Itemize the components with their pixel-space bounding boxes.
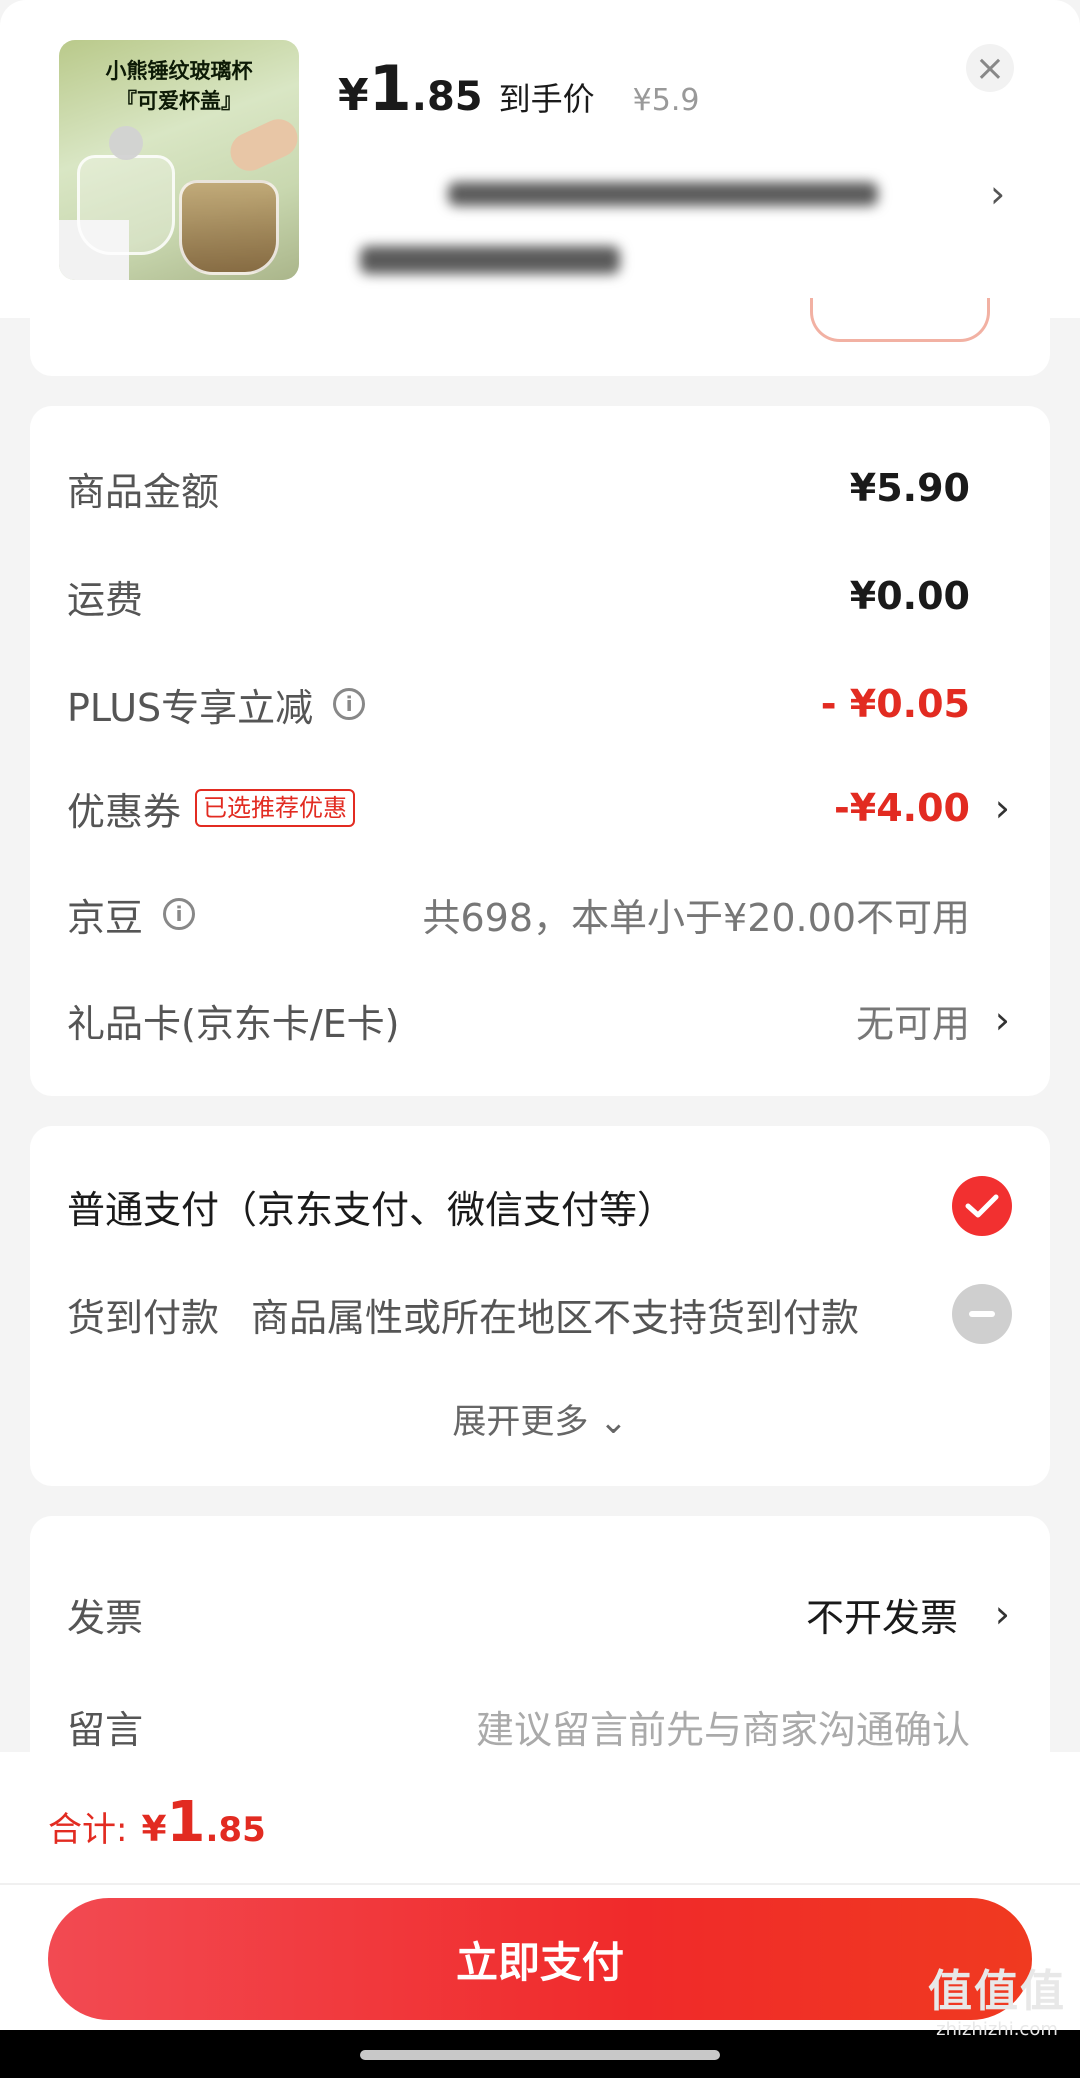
summary-row-shipping: 运费 ¥0.00 bbox=[67, 566, 1010, 626]
shipping-label: 运费 bbox=[67, 577, 144, 622]
glass-cup-left bbox=[77, 155, 175, 255]
watermark-text: 值值值 bbox=[928, 1966, 1066, 2017]
thumbnail-caption-line2: 『可爱杯盖』 bbox=[116, 89, 242, 113]
close-icon[interactable]: × bbox=[966, 44, 1014, 92]
message-input[interactable]: 建议留言前先与商家沟通确认 bbox=[476, 1699, 970, 1754]
glass-cup-right bbox=[179, 180, 279, 275]
coupon-value: -¥4.00 bbox=[834, 786, 970, 830]
system-nav-bar bbox=[0, 2030, 1080, 2078]
total-currency: ¥ bbox=[141, 1809, 167, 1850]
hand bbox=[224, 112, 299, 178]
chevron-right-icon[interactable]: › bbox=[995, 1592, 1010, 1636]
payment-card: 普通支付（京东支付、微信支付等） 货到付款 商品属性或所在地区不支持货到付款 展… bbox=[30, 1126, 1050, 1486]
price-decimal: .85 bbox=[411, 74, 483, 120]
spec-chevron-icon[interactable]: › bbox=[990, 172, 1005, 216]
price-row: ¥ 1 .85 到手价 ¥5.9 bbox=[338, 52, 700, 125]
thumbnail-caption: 小熊锤纹玻璃杯 『可爱杯盖』 bbox=[59, 56, 299, 116]
invoice-row[interactable]: 发票 不开发票 › bbox=[67, 1584, 1010, 1644]
product-thumbnail[interactable]: 小熊锤纹玻璃杯 『可爱杯盖』 bbox=[59, 40, 299, 280]
plus-discount-value: - ¥0.05 bbox=[820, 682, 970, 726]
payment-cod-label: 货到付款 bbox=[67, 1295, 220, 1340]
price-integer: 1 bbox=[368, 52, 412, 125]
info-icon[interactable]: i bbox=[163, 898, 196, 930]
blurred-spec-2 bbox=[360, 246, 620, 274]
partial-card bbox=[30, 298, 1050, 376]
product-header: 小熊锤纹玻璃杯 『可爱杯盖』 ¥ 1 .85 到手价 ¥5.9 × › bbox=[0, 0, 1080, 318]
price-currency: ¥ bbox=[338, 70, 369, 121]
chevron-right-icon[interactable]: › bbox=[995, 998, 1010, 1042]
goods-amount-label: 商品金额 bbox=[67, 469, 220, 514]
summary-row-giftcard[interactable]: 礼品卡(京东卡/E卡) 无可用 › bbox=[67, 990, 1010, 1050]
summary-row-plus[interactable]: PLUS专享立减 i - ¥0.05 bbox=[67, 674, 1010, 734]
total-amount: 合计: ¥ 1 .85 bbox=[48, 1790, 266, 1860]
goods-amount-value: ¥5.90 bbox=[849, 466, 970, 510]
message-label: 留言 bbox=[67, 1707, 144, 1752]
jingdou-label: 京豆 bbox=[67, 895, 144, 940]
extra-info-card: 发票 不开发票 › 留言 建议留言前先与商家沟通确认 bbox=[30, 1516, 1050, 1766]
watermark-url: zhizhizhi.com bbox=[936, 2019, 1058, 2040]
pay-now-button[interactable]: 立即支付 bbox=[48, 1898, 1032, 2020]
coupon-badge: 已选推荐优惠 bbox=[195, 789, 356, 827]
total-decimal: .85 bbox=[205, 1810, 266, 1850]
summary-row-jingdou: 京豆 i 共698，本单小于¥20.00不可用 bbox=[67, 884, 1010, 944]
summary-row-coupon[interactable]: 优惠券 已选推荐优惠 -¥4.00 › bbox=[67, 778, 1010, 838]
price-tag: 到手价 bbox=[498, 80, 595, 118]
partial-button-outline bbox=[810, 298, 990, 342]
total-integer: 1 bbox=[166, 1790, 206, 1855]
invoice-value: 不开发票 bbox=[805, 1595, 958, 1640]
payment-normal[interactable]: 普通支付（京东支付、微信支付等） bbox=[67, 1176, 675, 1236]
watermark: 值值值 zhizhizhi.com bbox=[928, 1955, 1066, 2040]
message-row[interactable]: 留言 建议留言前先与商家沟通确认 bbox=[67, 1696, 1010, 1756]
shipping-value: ¥0.00 bbox=[849, 574, 970, 618]
invoice-label: 发票 bbox=[67, 1595, 144, 1640]
checkmark-icon[interactable] bbox=[952, 1176, 1012, 1236]
divider bbox=[0, 1883, 1080, 1885]
thumbnail-caption-line1: 小熊锤纹玻璃杯 bbox=[105, 59, 253, 83]
info-icon[interactable]: i bbox=[333, 688, 366, 720]
disabled-icon bbox=[952, 1284, 1012, 1344]
blurred-spec bbox=[448, 182, 878, 206]
payment-cod-note: 商品属性或所在地区不支持货到付款 bbox=[251, 1295, 860, 1340]
original-price: ¥5.9 bbox=[632, 83, 700, 118]
total-label: 合计: bbox=[48, 1810, 128, 1850]
expand-more-button[interactable]: 展开更多 ⌄ bbox=[30, 1394, 1050, 1443]
plus-discount-label: PLUS专享立减 bbox=[67, 685, 314, 730]
bear-lid bbox=[109, 126, 143, 160]
payment-cod: 货到付款 商品属性或所在地区不支持货到付款 bbox=[67, 1284, 859, 1344]
coupon-label: 优惠券 bbox=[67, 789, 182, 834]
chevron-right-icon[interactable]: › bbox=[995, 786, 1010, 830]
giftcard-label: 礼品卡(京东卡/E卡) bbox=[67, 1001, 400, 1046]
payment-normal-label: 普通支付（京东支付、微信支付等） bbox=[67, 1187, 676, 1232]
jingdou-value: 共698，本单小于¥20.00不可用 bbox=[422, 895, 971, 940]
summary-row-goods: 商品金额 ¥5.90 bbox=[67, 458, 1010, 518]
home-indicator[interactable] bbox=[360, 2050, 720, 2060]
giftcard-value: 无可用 bbox=[855, 1001, 970, 1046]
price-summary-card: 商品金额 ¥5.90 运费 ¥0.00 PLUS专享立减 i - ¥0.05 优… bbox=[30, 406, 1050, 1096]
